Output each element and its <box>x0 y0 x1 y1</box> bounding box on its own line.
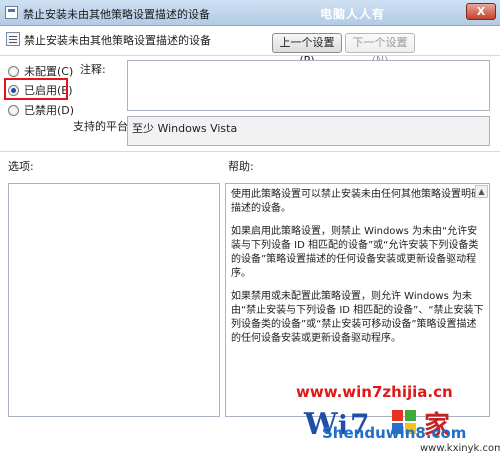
watermark-site-secondary: www.kxinyk.com <box>420 443 500 454</box>
watermark-url: www.win7zhijia.cn <box>296 383 453 401</box>
policy-name: 禁止安装未由其他策略设置描述的设备 <box>24 34 211 47</box>
help-paragraph: 使用此策略设置可以禁止安装未由任何其他策略设置明确描述的设备。 <box>231 189 481 214</box>
help-label: 帮助: <box>228 160 254 173</box>
policy-window-icon <box>5 6 18 19</box>
close-button[interactable]: X <box>466 3 496 20</box>
options-panel <box>8 183 220 417</box>
watermark-top: 电脑人人有 <box>320 7 386 21</box>
platform-label: 支持的平台: <box>73 120 132 133</box>
scroll-up-icon[interactable]: ▲ <box>475 185 488 198</box>
radio-indicator[interactable] <box>8 104 19 116</box>
radio-label: 未配置(C) <box>24 65 74 78</box>
radio-indicator[interactable] <box>8 65 19 77</box>
watermark-site: Shenduwin8.com <box>322 424 467 442</box>
help-panel[interactable]: ▲ 使用此策略设置可以禁止安装未由任何其他策略设置明确描述的设备。 如果启用此策… <box>225 183 490 417</box>
comment-label: 注释: <box>80 63 106 76</box>
policy-header: 禁止安装未由其他策略设置描述的设备 <box>0 27 500 51</box>
annotation-highlight <box>4 78 68 100</box>
next-setting-button[interactable]: 下一个设置(N) <box>345 33 415 67</box>
comment-textarea[interactable] <box>127 60 490 111</box>
divider <box>0 55 500 56</box>
policy-setting-icon <box>6 32 20 46</box>
platform-value: 至少 Windows Vista <box>127 116 490 146</box>
help-paragraph: 如果禁用或未配置此策略设置，则允许 Windows 为未由“禁止安装与下列设备 … <box>231 291 484 344</box>
options-label: 选项: <box>8 160 34 173</box>
radio-label: 已禁用(D) <box>24 104 75 117</box>
help-paragraph: 如果启用此策略设置，则禁止 Windows 为未由“允许安装与下列设备 ID 相… <box>231 226 479 279</box>
radio-disabled[interactable]: 已禁用(D) <box>8 102 74 118</box>
previous-setting-button[interactable]: 上一个设置(P) <box>272 33 342 67</box>
radio-not-configured[interactable]: 未配置(C) <box>8 63 73 79</box>
divider <box>0 151 500 152</box>
title-bar: 禁止安装未由其他策略设置描述的设备 电脑人人有 X <box>0 0 500 26</box>
window-title: 禁止安装未由其他策略设置描述的设备 <box>23 8 210 21</box>
